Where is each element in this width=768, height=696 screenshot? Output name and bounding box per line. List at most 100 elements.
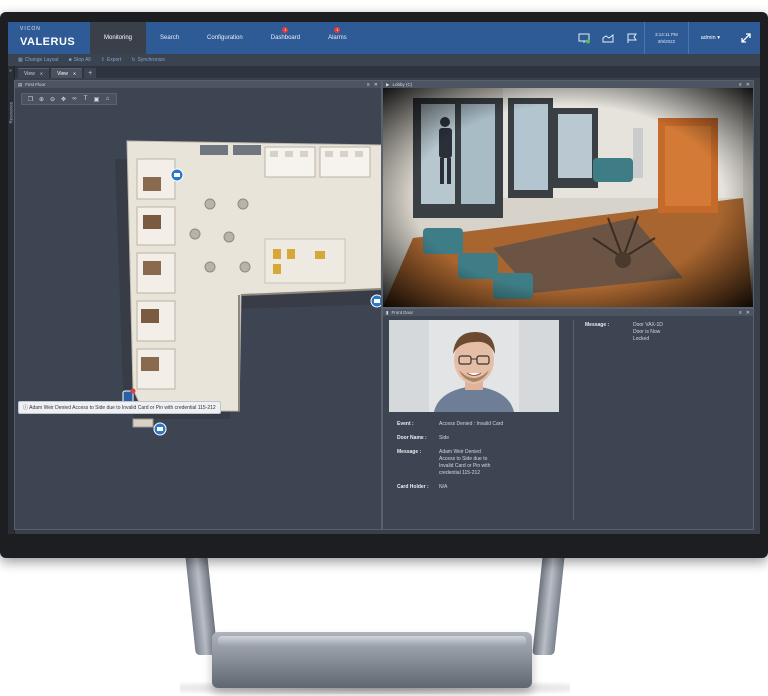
nav-label: Dashboard: [270, 35, 301, 41]
event-details: Event : Access Denied : Invalid Card Doo…: [397, 421, 567, 498]
field-label: Message :: [397, 449, 422, 455]
panel-controls: ≡ ✕: [739, 82, 750, 88]
divider: [573, 320, 574, 520]
stop-all-label: Stop All: [73, 57, 91, 63]
door-status-message: Message : Door VAX-1D Door is Now Locked: [585, 322, 673, 343]
stand-leg-right: [532, 545, 566, 655]
alarm-tooltip-text: Adam Weir Denied Access to Side due to I…: [29, 405, 216, 411]
nav-label: Search: [160, 35, 180, 41]
panel-title: Front Door: [391, 310, 413, 315]
nav-search[interactable]: Search: [146, 22, 193, 54]
panel-controls: ≡ ✕: [739, 310, 750, 316]
tab-view-2[interactable]: View ✕: [51, 68, 83, 78]
rail-label: Resources: [8, 101, 14, 124]
floorplan-map[interactable]: [15, 89, 381, 529]
text-icon[interactable]: T: [80, 96, 91, 102]
camera-icon[interactable]: [599, 29, 617, 47]
panel-header: ▤ First Floor ≡ ✕: [15, 81, 381, 88]
stand-base: [212, 632, 532, 688]
view-toolbar: ▦ Change Layout ■ Stop All ⇪ Export ↻ Synchr…: [8, 54, 760, 66]
export-label: Export: [106, 57, 122, 63]
menu-icon[interactable]: ≡: [739, 310, 742, 316]
notification-badge: 1: [334, 27, 341, 33]
zoom-out-icon[interactable]: ⊖: [47, 96, 58, 103]
nav-label: Configuration: [207, 35, 243, 41]
logo: VICON VALERUS: [8, 26, 88, 50]
grid-icon: ▦: [18, 57, 23, 63]
panel-title: Lobby (C): [392, 82, 413, 87]
tab-view-1[interactable]: View ✕: [18, 68, 50, 78]
event-field-row: Door Name : Side: [397, 435, 567, 442]
change-layout-button[interactable]: ▦ Change Layout: [18, 57, 59, 63]
floorplan-panel: ▤ First Floor ≡ ✕ ❐ ⊕ ⊖ ✥ ∞ T ▣ ⌂ ⓘ Adam…: [14, 80, 382, 530]
menu-icon[interactable]: ≡: [739, 82, 742, 88]
event-field-row: Event : Access Denied : Invalid Card: [397, 421, 567, 428]
close-icon[interactable]: ✕: [746, 310, 750, 316]
stop-icon: ■: [68, 57, 72, 63]
panel-header: ▶ Lobby (C) ≡ ✕: [383, 81, 753, 88]
link-icon[interactable]: ∞: [69, 96, 80, 102]
camera-video-feed[interactable]: [383, 88, 753, 307]
clock: 3:14:11 PM 3/9/2022: [644, 22, 689, 54]
field-label: Message :: [585, 322, 610, 328]
export-icon: ⇪: [100, 57, 105, 63]
door-icon: ▮: [386, 309, 389, 315]
panel-controls: ≡ ✕: [367, 82, 378, 88]
nav-alarms[interactable]: 1 Alarms: [314, 22, 361, 54]
field-value: Door VAX-1D Door is Now Locked: [633, 322, 663, 342]
tab-label: View: [57, 70, 68, 77]
alarm-tooltip: ⓘ Adam Weir Denied Access to Side due to…: [18, 401, 221, 414]
change-layout-label: Change Layout: [24, 57, 59, 63]
image-icon[interactable]: ▣: [91, 96, 102, 103]
event-field-row: Card Holder : N/A: [397, 484, 567, 491]
logo-small-text: VICON: [20, 26, 41, 32]
camera-marker[interactable]: [153, 422, 167, 436]
tab-label: View: [24, 70, 35, 77]
nav-label: Monitoring: [104, 35, 133, 41]
nav-monitoring[interactable]: Monitoring: [90, 22, 147, 54]
notification-badge: 1: [282, 27, 289, 33]
camera-marker[interactable]: [170, 168, 184, 182]
app-screen: VICON VALERUS Monitoring Search Configur…: [8, 22, 760, 534]
sync-icon: ↻: [131, 57, 136, 63]
expand-icon[interactable]: [732, 22, 760, 54]
monitor-check-icon[interactable]: [575, 29, 593, 47]
field-label: Card Holder :: [397, 484, 429, 490]
clock-time: 3:14:11 PM: [655, 32, 678, 37]
close-icon[interactable]: ✕: [374, 82, 378, 88]
flag-icon[interactable]: [623, 29, 641, 47]
home-icon[interactable]: ⌂: [102, 96, 113, 102]
top-navigation-bar: VICON VALERUS Monitoring Search Configur…: [8, 22, 760, 54]
close-icon[interactable]: ✕: [40, 71, 43, 76]
panel-header: ▮ Front Door ≡ ✕: [383, 309, 753, 316]
camera-marker[interactable]: [370, 294, 381, 308]
user-menu[interactable]: admin ▾: [689, 35, 732, 41]
nav-dashboard[interactable]: 1 Dashboard: [257, 22, 314, 54]
close-icon[interactable]: ✕: [73, 71, 76, 76]
cardholder-photo: [389, 320, 559, 412]
clock-date: 3/9/2022: [657, 39, 676, 44]
layers-icon[interactable]: ❐: [25, 96, 36, 103]
close-icon[interactable]: ✕: [746, 82, 750, 88]
zoom-in-icon[interactable]: ⊕: [36, 96, 47, 103]
logo-text: VALERUS: [20, 36, 76, 48]
topbar-right: 3:14:11 PM 3/9/2022 admin ▾: [572, 22, 760, 54]
export-button[interactable]: ⇪ Export: [101, 57, 122, 63]
panel-title: First Floor: [25, 82, 46, 87]
product-mockup: VICON VALERUS Monitoring Search Configur…: [0, 0, 768, 696]
view-tabs: View ✕ View ✕ +: [8, 66, 760, 78]
nav-label: Alarms: [328, 35, 347, 41]
field-value: N/A: [439, 484, 448, 490]
add-tab-button[interactable]: +: [84, 68, 97, 78]
expand-rail-icon[interactable]: »: [9, 68, 12, 74]
field-label: Door Name :: [397, 435, 427, 441]
nav-configuration[interactable]: Configuration: [193, 22, 257, 54]
synchronize-button[interactable]: ↻ Synchronize: [131, 57, 165, 63]
field-value: Adam Weir Denied Access to Side due to I…: [439, 449, 491, 476]
field-value: Side: [439, 435, 450, 441]
menu-icon[interactable]: ≡: [367, 82, 370, 88]
stop-all-button[interactable]: ■ Stop All: [69, 57, 91, 63]
pan-icon[interactable]: ✥: [58, 96, 69, 103]
event-panel: ▮ Front Door ≡ ✕ Event: Access Denied:…: [382, 308, 754, 530]
video-camera-icon: ▶: [386, 81, 390, 87]
